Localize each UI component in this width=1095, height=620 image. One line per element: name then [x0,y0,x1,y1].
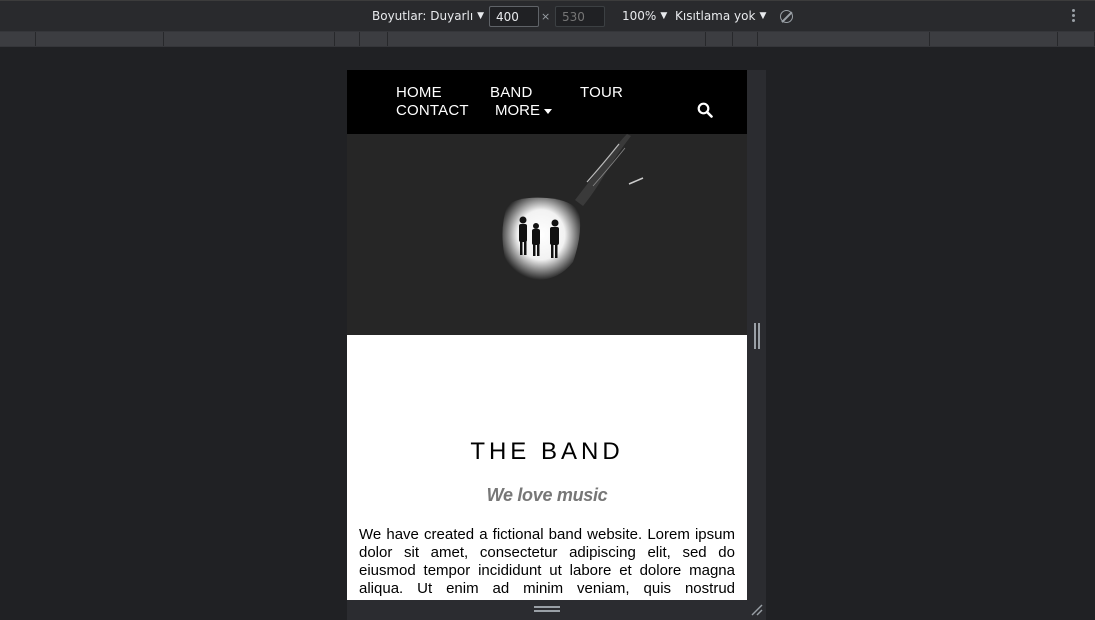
nav-home[interactable]: HOME [396,84,442,101]
ruler-segment[interactable] [1058,32,1095,46]
chevron-down-icon: ▼ [477,11,485,21]
zoom-label: 100% [622,9,657,23]
ruler-segment[interactable] [930,32,1058,46]
nav-band[interactable]: BAND [490,84,532,101]
nav-tour[interactable]: TOUR [580,84,623,101]
nav-more-label: MORE [495,102,540,119]
right-resize-handle[interactable] [754,323,760,349]
band-title: THE BAND [470,438,624,465]
ruler-segment[interactable] [706,32,733,46]
ruler-segment[interactable] [0,32,36,46]
band-subtitle: We love music [486,485,608,505]
emulated-viewport: HOME BAND TOUR CONTACT MORE THE BAND We … [347,70,747,600]
band-description: We have created a fictional band website… [359,526,735,600]
ruler-segment[interactable] [733,32,758,46]
tunnel-silhouette-image [347,134,747,335]
dimensions-label: Boyutlar: Duyarlı [372,9,474,23]
ruler-segment[interactable] [758,32,930,46]
no-throttle-icon[interactable] [780,10,793,23]
throttling-dropdown[interactable]: Kısıtlama yok ▼ [675,9,766,23]
more-options-icon[interactable] [1072,9,1075,22]
media-query-ruler [0,31,1095,47]
search-icon[interactable] [697,102,713,118]
zoom-dropdown[interactable]: 100% ▼ [622,9,667,23]
site-navbar: HOME BAND TOUR CONTACT MORE [347,70,747,134]
caret-down-icon [544,109,552,114]
dimensions-dropdown[interactable]: Boyutlar: Duyarlı ▼ [372,9,484,23]
ruler-segment[interactable] [164,32,335,46]
device-toolbar: Boyutlar: Duyarlı ▼ × 100% ▼ Kısıtlama y… [0,0,1095,31]
nav-more[interactable]: MORE [495,102,552,119]
nav-contact[interactable]: CONTACT [396,102,469,119]
throttling-label: Kısıtlama yok [675,9,756,23]
width-input[interactable] [489,6,539,27]
corner-resize-icon[interactable] [750,603,764,617]
bottom-resize-handle[interactable] [534,606,560,612]
ruler-segment[interactable] [36,32,164,46]
chevron-down-icon: ▼ [660,11,668,21]
hero-image [347,134,747,335]
ruler-segment[interactable] [388,32,706,46]
ruler-segment[interactable] [335,32,360,46]
times-separator: × [541,10,551,23]
ruler-segment[interactable] [360,32,388,46]
height-input[interactable] [555,6,605,27]
chevron-down-icon: ▼ [759,11,767,21]
